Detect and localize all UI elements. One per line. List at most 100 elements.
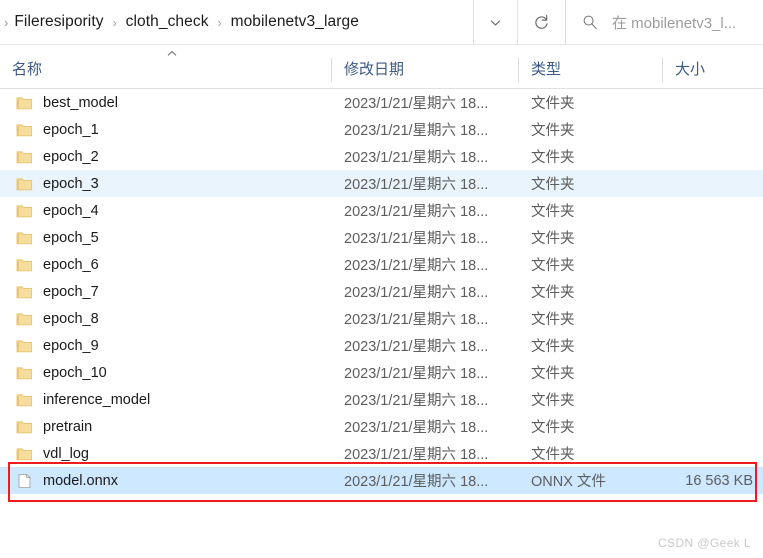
table-row[interactable]: vdl_log 2023/1/21/星期六 18... 文件夹: [0, 440, 763, 467]
refresh-icon: [535, 14, 548, 29]
file-date-cell: 2023/1/21/星期六 18...: [344, 447, 489, 463]
file-type-cell: 文件夹: [531, 339, 575, 355]
file-name-label: inference_model: [43, 391, 151, 408]
file-name-cell[interactable]: epoch_5: [0, 230, 331, 246]
column-header-name-label: 名称: [12, 61, 43, 78]
column-header-date-modified[interactable]: 修改日期: [331, 58, 518, 88]
file-type-cell: 文件夹: [531, 258, 575, 274]
column-header-type-label: 类型: [531, 61, 562, 78]
table-row[interactable]: epoch_7 2023/1/21/星期六 18... 文件夹: [0, 278, 763, 305]
file-date-cell: 2023/1/21/星期六 18...: [344, 393, 489, 409]
file-name-cell[interactable]: inference_model: [0, 392, 331, 408]
search-input-placeholder[interactable]: 在 mobilenetv3_l...: [612, 12, 736, 33]
column-header-date-modified-label: 修改日期: [344, 61, 405, 78]
file-name-cell[interactable]: epoch_3: [0, 176, 331, 192]
file-name-label: epoch_2: [43, 148, 99, 165]
file-name-cell[interactable]: epoch_10: [0, 365, 331, 381]
file-name-cell[interactable]: best_model: [0, 95, 331, 111]
file-name-label: epoch_7: [43, 283, 99, 300]
search-box[interactable]: 在 mobilenetv3_l...: [565, 0, 763, 44]
address-history-dropdown-button[interactable]: [474, 0, 518, 44]
file-name-label: model.onnx: [43, 472, 118, 489]
table-row[interactable]: epoch_4 2023/1/21/星期六 18... 文件夹: [0, 197, 763, 224]
column-header-type[interactable]: 类型: [518, 58, 662, 88]
file-date-cell: 2023/1/21/星期六 18...: [344, 231, 489, 247]
folder-icon: [16, 420, 33, 433]
breadcrumb-bar[interactable]: › Fileresipority › cloth_check › mobilen…: [0, 0, 474, 44]
file-date-cell: 2023/1/21/星期六 18...: [344, 123, 489, 139]
file-type-cell: 文件夹: [531, 96, 575, 112]
folder-icon: [16, 96, 33, 109]
file-name-label: epoch_3: [43, 175, 99, 192]
file-date-cell: 2023/1/21/星期六 18...: [344, 150, 489, 166]
file-name-label: pretrain: [43, 418, 93, 435]
folder-icon: [16, 312, 33, 325]
file-type-cell: 文件夹: [531, 204, 575, 220]
file-type-cell: 文件夹: [531, 447, 575, 463]
table-row[interactable]: epoch_6 2023/1/21/星期六 18... 文件夹: [0, 251, 763, 278]
folder-icon: [16, 366, 33, 379]
refresh-button[interactable]: [518, 0, 565, 44]
folder-icon: [16, 258, 33, 271]
file-type-cell: 文件夹: [531, 177, 575, 193]
chevron-right-icon[interactable]: ›: [2, 16, 12, 29]
address-bar: › Fileresipority › cloth_check › mobilen…: [0, 0, 763, 45]
file-name-cell[interactable]: vdl_log: [0, 446, 331, 462]
chevron-down-icon: [490, 19, 501, 26]
file-name-cell[interactable]: model.onnx: [0, 473, 331, 489]
folder-icon: [16, 231, 33, 244]
table-row[interactable]: epoch_9 2023/1/21/星期六 18... 文件夹: [0, 332, 763, 359]
file-type-cell: 文件夹: [531, 312, 575, 328]
file-name-cell[interactable]: pretrain: [0, 419, 331, 435]
file-date-cell: 2023/1/21/星期六 18...: [344, 366, 489, 382]
watermark: CSDN @Geek L: [657, 536, 751, 550]
file-name-label: epoch_8: [43, 310, 99, 327]
folder-icon: [16, 204, 33, 217]
chevron-up-icon: [167, 50, 177, 56]
file-type-cell: 文件夹: [531, 366, 575, 382]
file-name-label: epoch_5: [43, 229, 99, 246]
file-name-label: epoch_6: [43, 256, 99, 273]
file-list[interactable]: best_model 2023/1/21/星期六 18... 文件夹 epoch_1 2…: [0, 89, 763, 494]
file-size-cell: 16 563 KB: [685, 472, 753, 489]
file-type-cell: 文件夹: [531, 150, 575, 166]
folder-icon: [16, 339, 33, 352]
file-name-label: vdl_log: [43, 445, 89, 462]
file-name-cell[interactable]: epoch_2: [0, 149, 331, 165]
file-date-cell: 2023/1/21/星期六 18...: [344, 420, 489, 436]
table-row[interactable]: epoch_1 2023/1/21/星期六 18... 文件夹: [0, 116, 763, 143]
table-row[interactable]: epoch_2 2023/1/21/星期六 18... 文件夹: [0, 143, 763, 170]
table-row[interactable]: epoch_3 2023/1/21/星期六 18... 文件夹: [0, 170, 763, 197]
file-name-label: epoch_9: [43, 337, 99, 354]
file-date-cell: 2023/1/21/星期六 18...: [344, 474, 489, 490]
table-row[interactable]: model.onnx 2023/1/21/星期六 18... ONNX 文件 16 5…: [0, 467, 763, 494]
file-icon: [18, 473, 31, 488]
breadcrumb-separator-icon: ›: [217, 16, 222, 30]
table-row[interactable]: epoch_5 2023/1/21/星期六 18... 文件夹: [0, 224, 763, 251]
table-row[interactable]: epoch_10 2023/1/21/星期六 18... 文件夹: [0, 359, 763, 386]
file-type-cell: 文件夹: [531, 420, 575, 436]
breadcrumb-item-2[interactable]: mobilenetv3_large: [229, 13, 361, 31]
folder-icon: [16, 150, 33, 163]
table-row[interactable]: epoch_8 2023/1/21/星期六 18... 文件夹: [0, 305, 763, 332]
file-name-cell[interactable]: epoch_7: [0, 284, 331, 300]
file-name-cell[interactable]: epoch_6: [0, 257, 331, 273]
column-header-name[interactable]: 名称: [0, 58, 331, 88]
folder-icon: [16, 177, 33, 190]
table-row[interactable]: pretrain 2023/1/21/星期六 18... 文件夹: [0, 413, 763, 440]
breadcrumb-item-0[interactable]: Fileresipority: [12, 13, 105, 31]
table-row[interactable]: inference_model 2023/1/21/星期六 18... 文件夹: [0, 386, 763, 413]
file-name-cell[interactable]: epoch_9: [0, 338, 331, 354]
file-date-cell: 2023/1/21/星期六 18...: [344, 339, 489, 355]
search-icon: [583, 15, 597, 30]
breadcrumb-item-1[interactable]: cloth_check: [124, 13, 211, 31]
folder-icon: [16, 285, 33, 298]
folder-icon: [16, 447, 33, 460]
file-name-label: epoch_10: [43, 364, 107, 381]
file-name-cell[interactable]: epoch_1: [0, 122, 331, 138]
file-name-cell[interactable]: epoch_4: [0, 203, 331, 219]
column-header-size[interactable]: 大小: [662, 58, 763, 88]
file-name-cell[interactable]: epoch_8: [0, 311, 331, 327]
table-row[interactable]: best_model 2023/1/21/星期六 18... 文件夹: [0, 89, 763, 116]
breadcrumb-separator-icon: ›: [112, 16, 117, 30]
